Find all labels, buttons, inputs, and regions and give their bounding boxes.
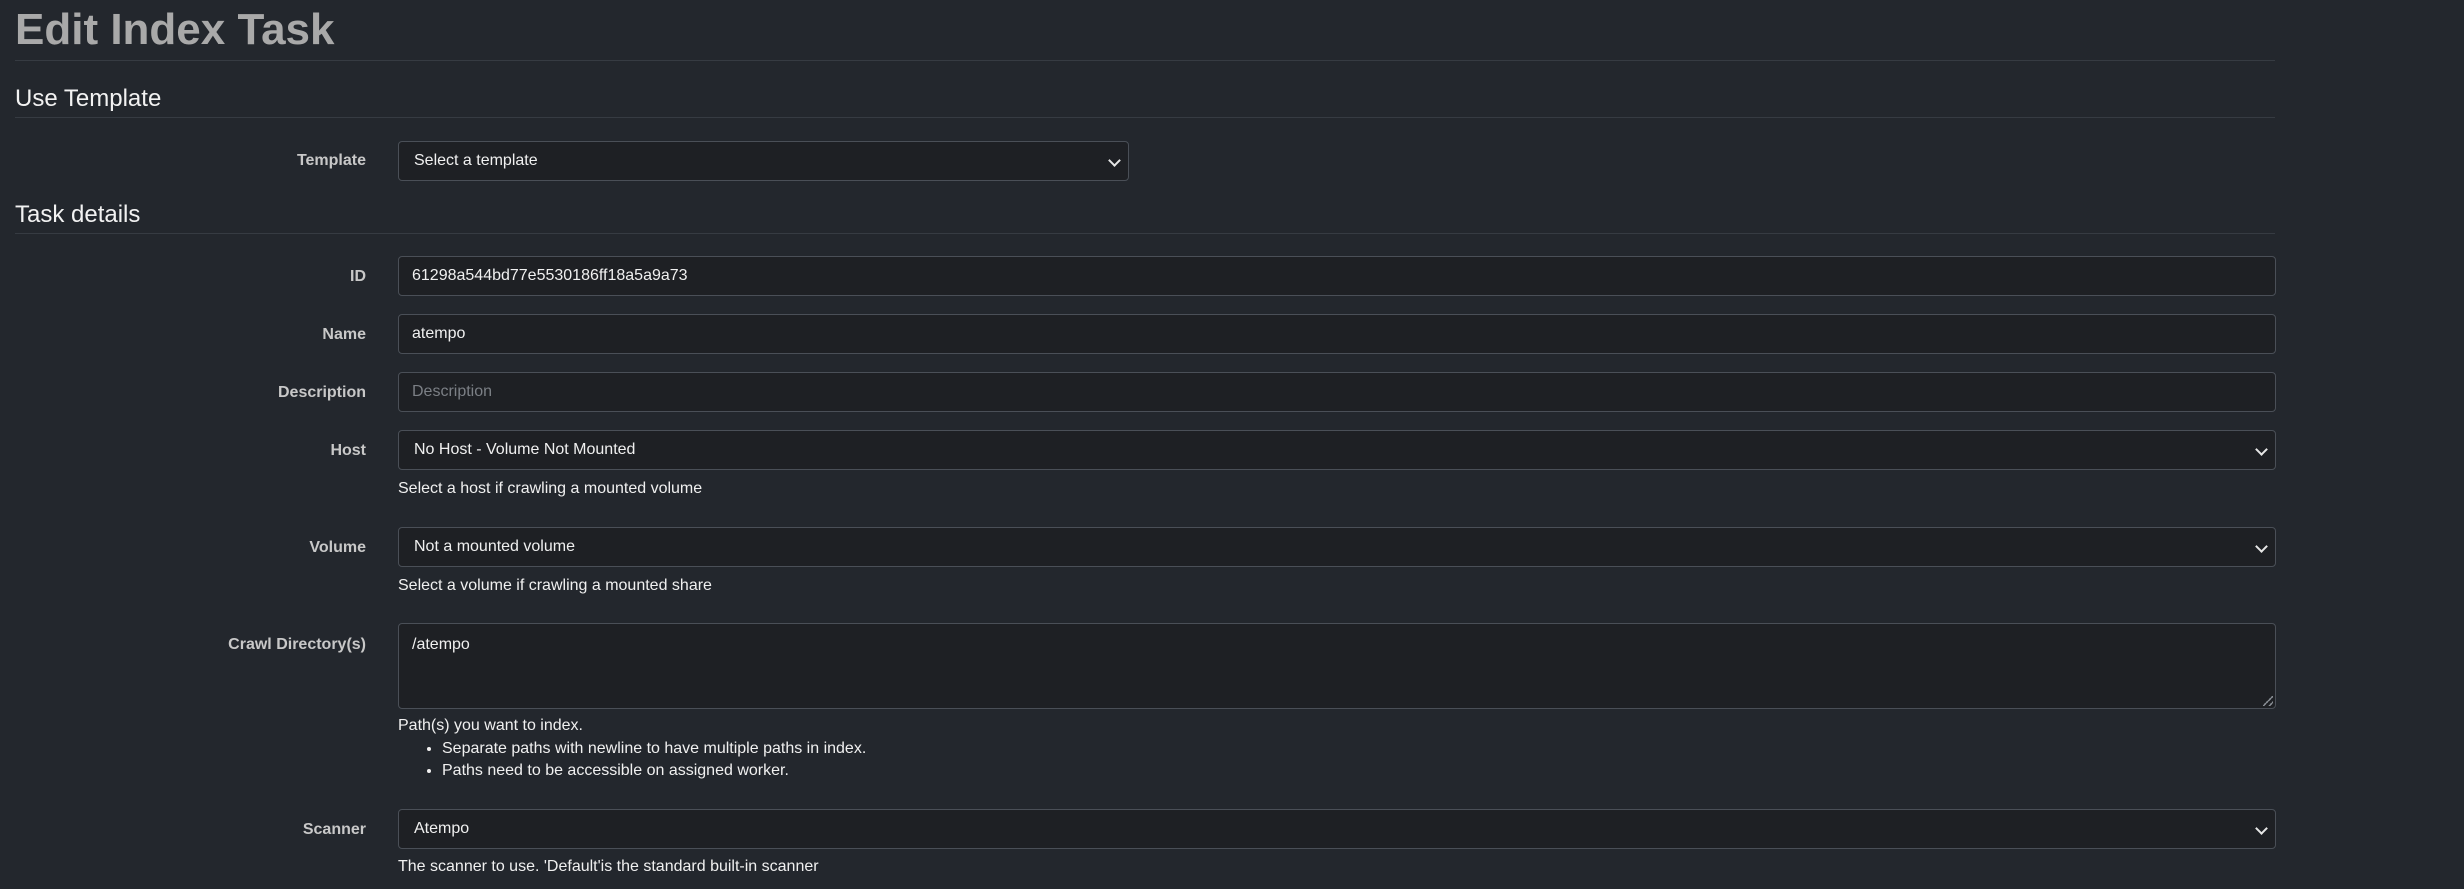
- crawl-directories-help-list: Separate paths with newline to have mult…: [398, 738, 866, 782]
- name-input-value: atempo: [412, 325, 466, 342]
- list-item: Separate paths with newline to have mult…: [442, 738, 866, 760]
- scanner-select[interactable]: Atempo: [398, 809, 2276, 849]
- crawl-directories-label: Crawl Directory(s): [228, 636, 366, 653]
- task-details-divider: [15, 233, 2275, 234]
- id-input[interactable]: 61298a544bd77e5530186ff18a5a9a73: [398, 256, 2276, 296]
- volume-help-text: Select a volume if crawling a mounted sh…: [398, 577, 712, 594]
- resize-grip-icon[interactable]: [2263, 696, 2273, 706]
- description-placeholder: Description: [412, 383, 493, 400]
- volume-label: Volume: [309, 539, 366, 556]
- chevron-down-icon: [2255, 540, 2268, 553]
- template-select[interactable]: Select a template: [398, 141, 1129, 181]
- host-select-value: No Host - Volume Not Mounted: [414, 441, 636, 458]
- task-details-heading: Task details: [15, 201, 141, 228]
- use-template-heading: Use Template: [15, 85, 162, 112]
- name-label: Name: [322, 326, 366, 343]
- host-select[interactable]: No Host - Volume Not Mounted: [398, 430, 2276, 470]
- page-title: Edit Index Task: [15, 5, 335, 54]
- template-select-value: Select a template: [414, 152, 538, 169]
- crawl-directories-help: Path(s) you want to index. Separate path…: [398, 716, 866, 782]
- description-label: Description: [277, 384, 366, 401]
- host-help-text: Select a host if crawling a mounted volu…: [398, 480, 703, 497]
- list-item: Paths need to be accessible on assigned …: [442, 760, 866, 782]
- use-template-divider: [15, 117, 2275, 118]
- name-input[interactable]: atempo: [398, 314, 2276, 354]
- description-input[interactable]: Description: [398, 372, 2276, 412]
- chevron-down-icon: [1108, 154, 1121, 167]
- chevron-down-icon: [2255, 822, 2268, 835]
- volume-select-value: Not a mounted volume: [414, 538, 575, 555]
- id-label: ID: [350, 268, 366, 285]
- host-label: Host: [330, 442, 366, 459]
- crawl-directories-help-text: Path(s) you want to index.: [398, 717, 583, 734]
- chevron-down-icon: [2255, 443, 2268, 456]
- scanner-select-value: Atempo: [414, 820, 470, 837]
- edit-index-task-page: Edit Index Task Use Template Template Se…: [0, 0, 2464, 889]
- scanner-label: Scanner: [302, 821, 366, 838]
- crawl-directories-textarea[interactable]: /atempo: [398, 623, 2276, 709]
- volume-select[interactable]: Not a mounted volume: [398, 527, 2276, 567]
- template-label: Template: [296, 152, 366, 169]
- title-divider: [15, 60, 2275, 61]
- id-input-value: 61298a544bd77e5530186ff18a5a9a73: [412, 267, 688, 284]
- scanner-help-text: The scanner to use. 'Default'is the stan…: [398, 858, 819, 875]
- crawl-directories-value: /atempo: [412, 636, 470, 653]
